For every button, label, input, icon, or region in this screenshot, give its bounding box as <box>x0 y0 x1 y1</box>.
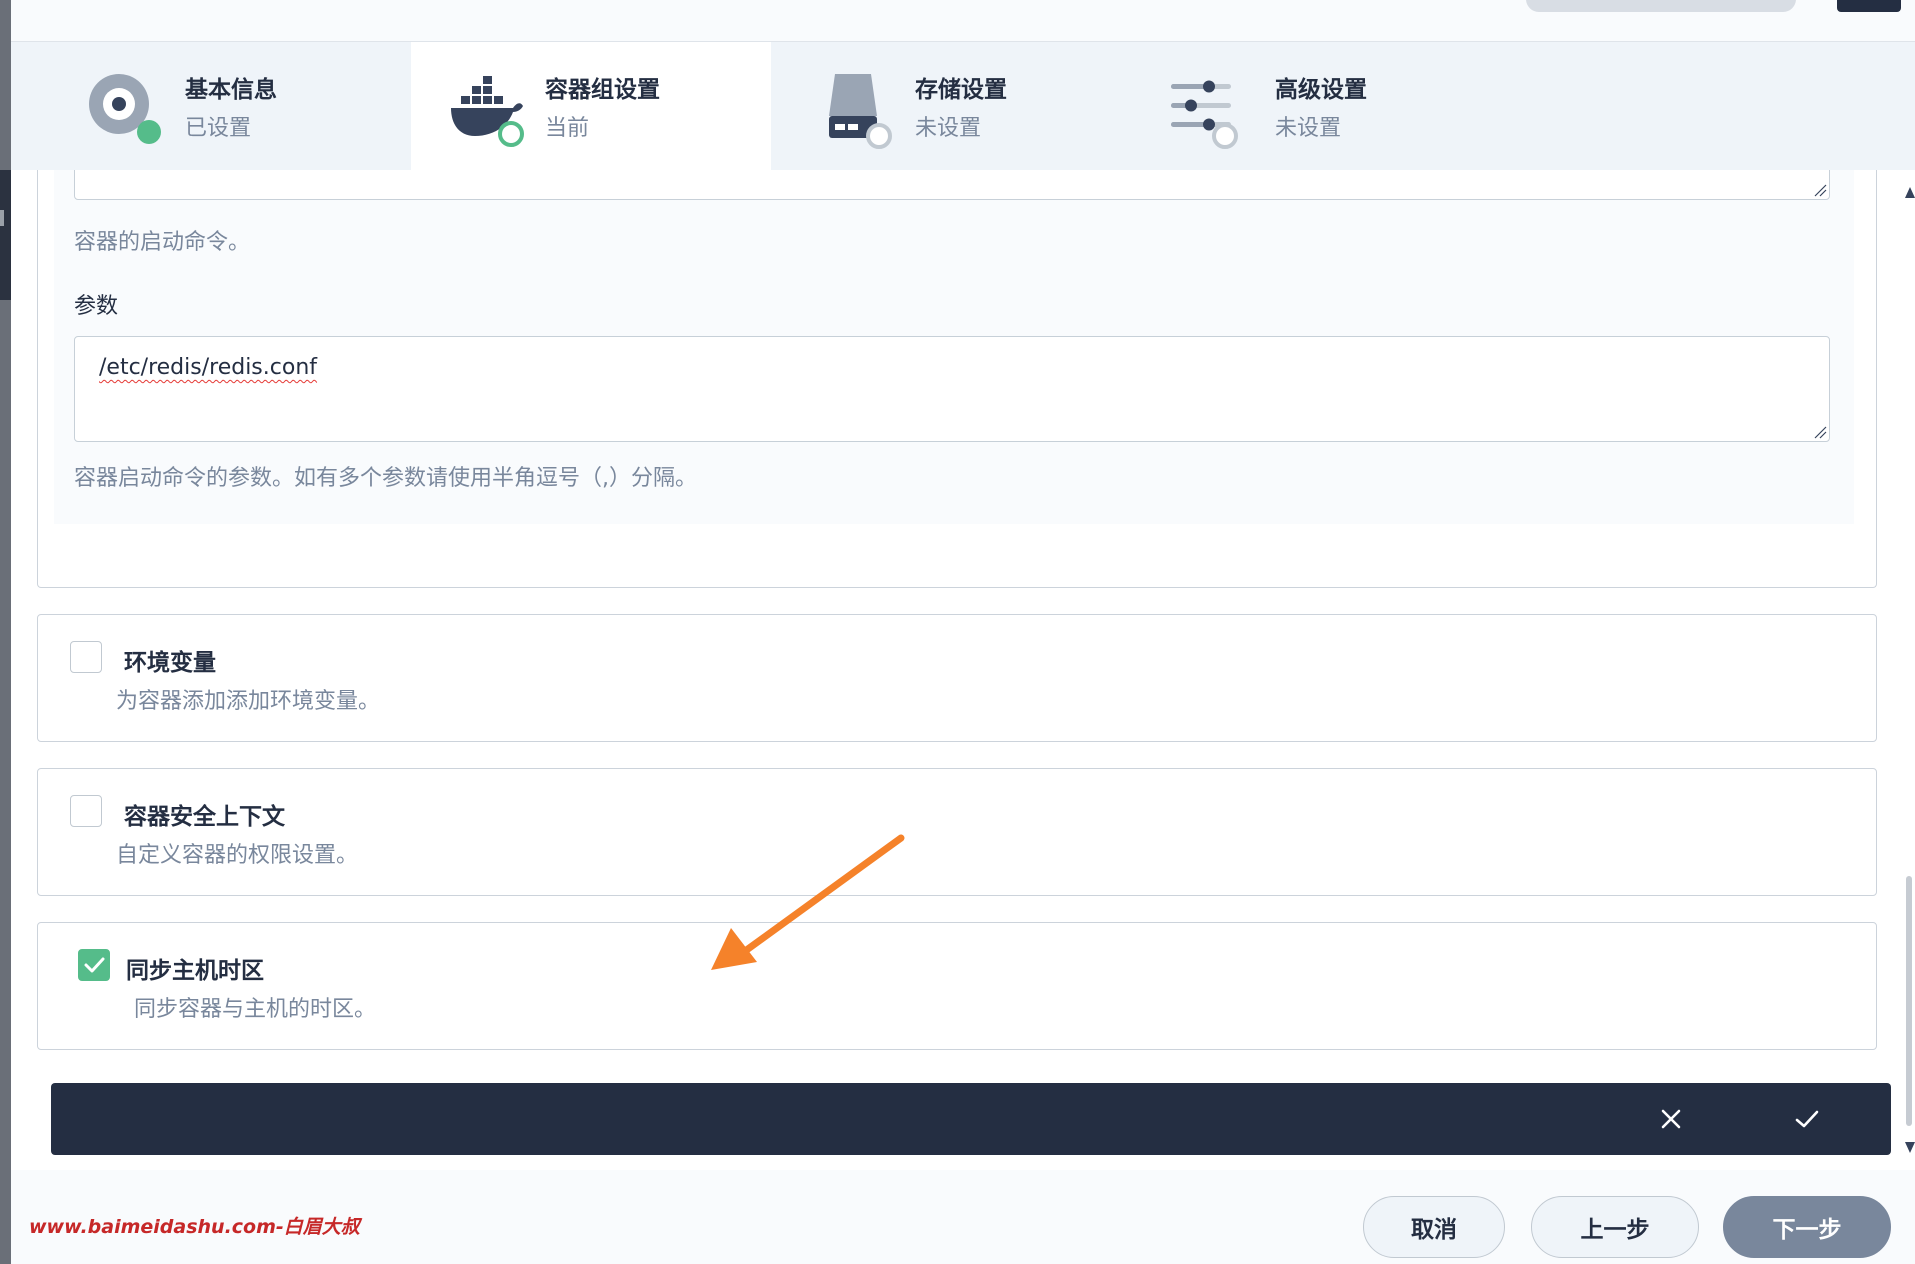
command-card: redis-server 容器的启动命令。 参数 /etc/redis/redi… <box>37 170 1877 588</box>
step-storage-settings[interactable]: 存储设置 未设置 <box>771 42 1131 170</box>
container-toolbar <box>51 1083 1891 1155</box>
resize-handle-icon[interactable] <box>1813 183 1827 197</box>
step-status: 已设置 <box>185 116 252 141</box>
step-basic-info[interactable]: 基本信息 已设置 <box>11 42 411 170</box>
left-edge <box>0 0 11 1264</box>
previous-step-button[interactable]: 上一步 <box>1531 1196 1699 1258</box>
next-step-button[interactable]: 下一步 <box>1723 1196 1891 1258</box>
step-title: 基本信息 <box>185 77 277 103</box>
storage-disk-icon <box>823 70 903 150</box>
top-dark-button[interactable] <box>1837 0 1901 12</box>
step-status: 未设置 <box>1275 116 1342 141</box>
args-label: 参数 <box>74 294 119 319</box>
top-pill <box>1526 0 1796 12</box>
step-advanced-settings[interactable]: 高级设置 未设置 <box>1131 42 1491 170</box>
watermark-text: www.baimeidashu.com-白眉大叔 <box>29 1216 360 1238</box>
step-title: 存储设置 <box>915 77 1007 103</box>
option-title: 容器安全上下文 <box>124 804 285 830</box>
option-desc: 同步容器与主机的时区。 <box>134 997 377 1022</box>
scroll-down-icon[interactable] <box>1905 1140 1915 1154</box>
option-security-context[interactable]: 容器安全上下文 自定义容器的权限设置。 <box>37 768 1877 896</box>
resize-handle-icon[interactable] <box>1813 425 1827 439</box>
left-edge-dark <box>0 170 11 300</box>
left-edge-notch <box>0 210 4 226</box>
modal-footer: www.baimeidashu.com-白眉大叔 取消 上一步 下一步 <box>11 1170 1915 1264</box>
step-container-settings[interactable]: 容器组设置 当前 <box>411 42 771 170</box>
command-help: 容器的启动命令。 <box>74 230 251 255</box>
scrollbar[interactable] <box>1906 876 1912 1126</box>
confirm-edit-button[interactable] <box>1787 1099 1827 1139</box>
command-section: redis-server 容器的启动命令。 参数 /etc/redis/redi… <box>54 170 1854 524</box>
args-value: /etc/redis/redis.conf <box>99 355 318 380</box>
step-title: 高级设置 <box>1275 77 1367 103</box>
check-icon <box>84 957 105 973</box>
cancel-button[interactable]: 取消 <box>1363 1196 1505 1258</box>
docker-whale-icon <box>447 70 527 150</box>
check-icon <box>1795 1110 1819 1128</box>
env-vars-checkbox[interactable] <box>70 641 102 673</box>
args-help: 容器启动命令的参数。如有多个参数请使用半角逗号（,）分隔。 <box>74 466 697 491</box>
security-context-checkbox[interactable] <box>70 795 102 827</box>
disc-icon <box>89 70 169 150</box>
top-strip <box>11 0 1915 42</box>
form-content: redis-server 容器的启动命令。 参数 /etc/redis/redi… <box>11 170 1891 1170</box>
step-status: 当前 <box>545 116 590 141</box>
option-desc: 自定义容器的权限设置。 <box>116 843 359 868</box>
scroll-up-icon[interactable] <box>1905 186 1915 200</box>
sync-timezone-checkbox[interactable] <box>78 949 110 981</box>
option-title: 环境变量 <box>124 650 216 676</box>
annotation-arrow-icon <box>711 834 905 970</box>
sliders-icon <box>1169 70 1249 150</box>
cancel-edit-button[interactable] <box>1651 1099 1691 1139</box>
step-tabs: 基本信息 已设置 容器组设置 当前 存储设置 未设置 高级设置 未设置 <box>11 42 1915 170</box>
option-sync-timezone[interactable]: 同步主机时区 同步容器与主机的时区。 <box>37 922 1877 1050</box>
command-textarea[interactable]: redis-server <box>74 170 1830 200</box>
option-env-vars[interactable]: 环境变量 为容器添加添加环境变量。 <box>37 614 1877 742</box>
close-icon <box>1661 1109 1681 1129</box>
step-status: 未设置 <box>915 116 982 141</box>
step-title: 容器组设置 <box>545 77 660 103</box>
option-desc: 为容器添加添加环境变量。 <box>116 689 381 714</box>
option-title: 同步主机时区 <box>126 958 264 984</box>
args-textarea[interactable]: /etc/redis/redis.conf <box>74 336 1830 442</box>
